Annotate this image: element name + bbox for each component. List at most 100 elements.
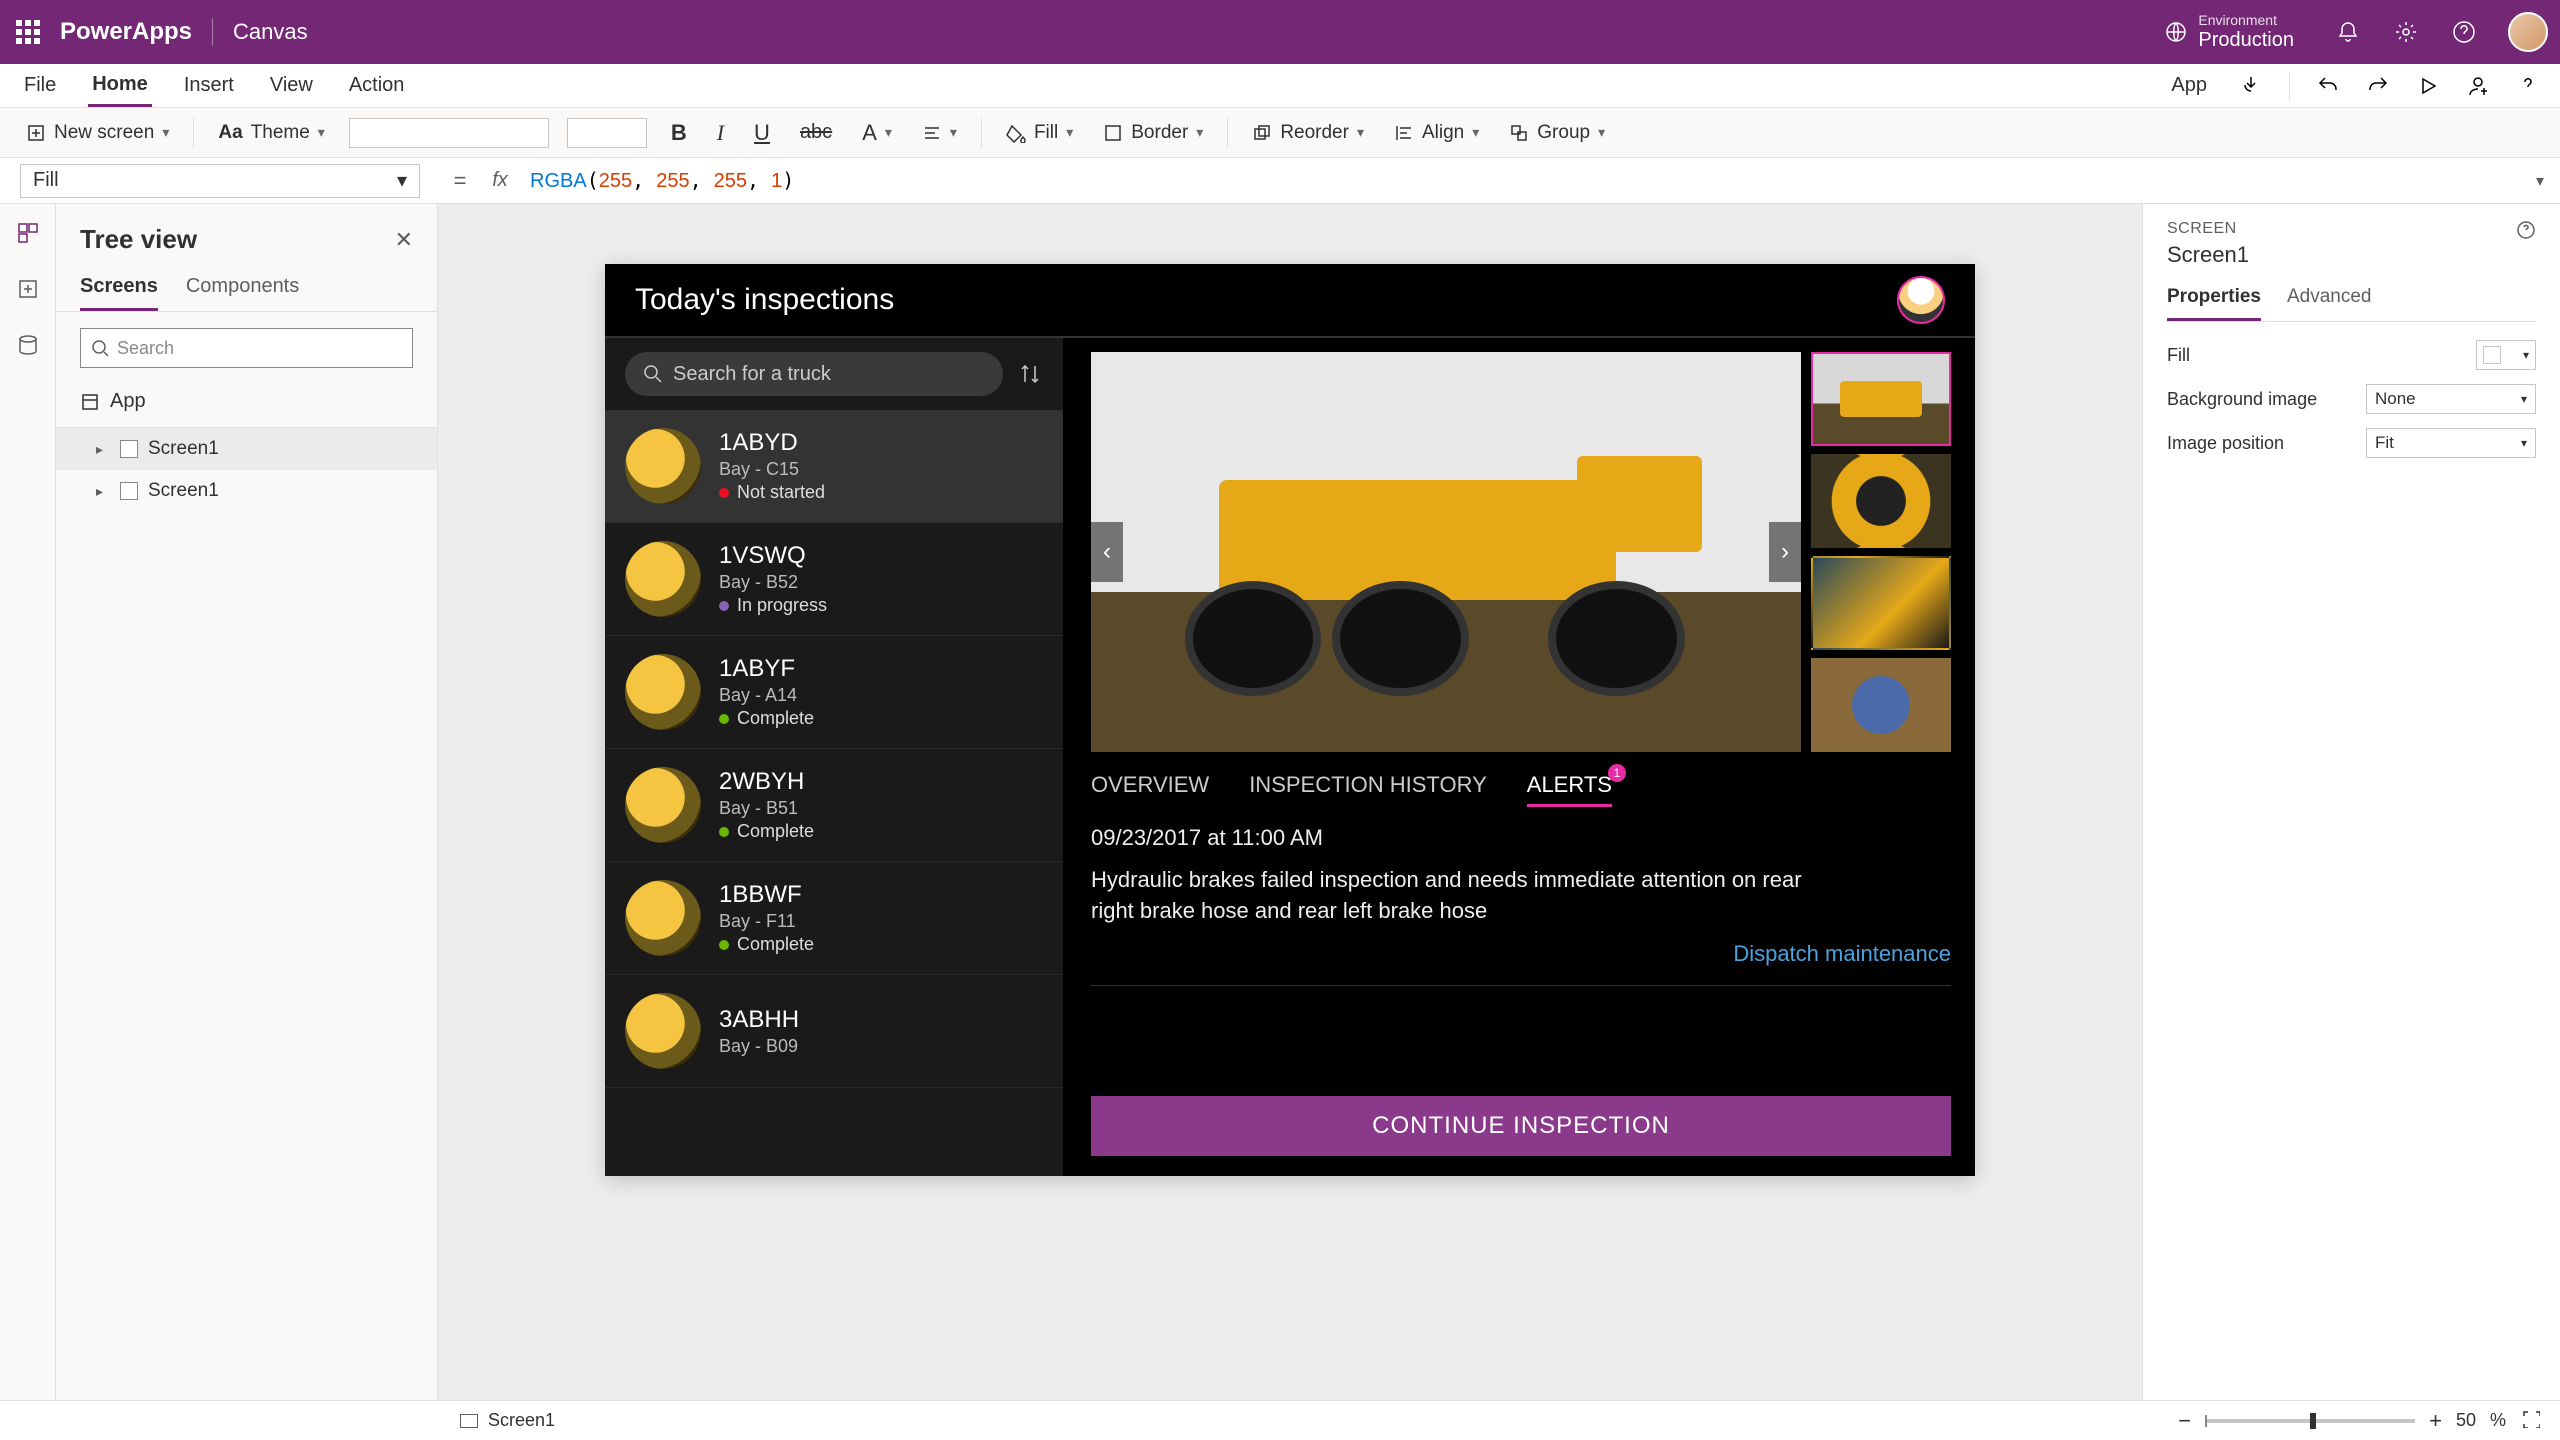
tab-screens[interactable]: Screens: [80, 275, 158, 311]
help-icon[interactable]: [2450, 18, 2478, 46]
underline-button[interactable]: U: [748, 116, 776, 150]
equals-label: =: [440, 168, 480, 194]
tab-alerts[interactable]: ALERTS 1: [1527, 772, 1612, 807]
property-selector[interactable]: Fill ▾: [20, 164, 420, 198]
theme-button[interactable]: Aa Theme ▾: [212, 118, 330, 148]
thumbnail[interactable]: [1811, 454, 1951, 548]
new-screen-button[interactable]: New screen ▾: [20, 118, 175, 148]
menu-home[interactable]: Home: [88, 64, 152, 107]
tree-search-placeholder: Search: [117, 338, 174, 359]
user-avatar[interactable]: [2508, 12, 2548, 52]
insert-pane-icon[interactable]: [13, 274, 43, 304]
thumbnail[interactable]: [1811, 556, 1951, 650]
next-image-button[interactable]: ›: [1769, 522, 1801, 582]
tab-components[interactable]: Components: [186, 275, 299, 311]
zoom-out-button[interactable]: −: [2178, 1408, 2191, 1434]
truck-list-item[interactable]: 1BBWF Bay - F11 Complete: [605, 862, 1063, 975]
tree-search-input[interactable]: Search: [80, 328, 413, 368]
truck-search-input[interactable]: Search for a truck: [625, 352, 1003, 396]
text-align-button[interactable]: ▾: [916, 119, 963, 147]
align-button[interactable]: Align ▾: [1388, 118, 1485, 148]
menu-action[interactable]: Action: [345, 64, 409, 107]
redo-icon[interactable]: [2366, 74, 2390, 98]
notifications-icon[interactable]: [2334, 18, 2362, 46]
status-screen-name: Screen1: [488, 1410, 555, 1431]
ribbon: New screen ▾ Aa Theme ▾ B I U abc A▾ ▾ F…: [0, 108, 2560, 158]
group-button[interactable]: Group ▾: [1503, 118, 1611, 148]
environment-picker[interactable]: Environment Production: [2164, 13, 2294, 50]
truck-list-item[interactable]: 3ABHH Bay - B09: [605, 975, 1063, 1088]
strike-button[interactable]: abc: [794, 117, 838, 148]
screen-icon: [120, 440, 138, 458]
menu-insert[interactable]: Insert: [180, 64, 238, 107]
settings-icon[interactable]: [2392, 18, 2420, 46]
canvas-area[interactable]: Today's inspections Search for a truck 1…: [438, 204, 2142, 1400]
app-user-avatar[interactable]: [1897, 276, 1945, 324]
truck-main-image: ‹ ›: [1091, 352, 1801, 752]
font-color-button[interactable]: A▾: [856, 116, 898, 150]
search-icon: [91, 339, 109, 357]
tree-node[interactable]: ▸ Screen1: [56, 428, 437, 470]
fill-label: Fill: [1034, 122, 1058, 144]
menu-file[interactable]: File: [20, 64, 60, 107]
prev-image-button[interactable]: ‹: [1091, 522, 1123, 582]
checker-icon[interactable]: [2239, 74, 2263, 98]
zoom-slider[interactable]: [2205, 1419, 2415, 1423]
align-label: Align: [1422, 122, 1464, 144]
fit-to-window-icon[interactable]: [2520, 1408, 2540, 1433]
prop-fill-control[interactable]: ▾: [2476, 340, 2536, 370]
dispatch-link[interactable]: Dispatch maintenance: [1091, 941, 1951, 986]
data-pane-icon[interactable]: [13, 330, 43, 360]
formula-expand-icon[interactable]: ▾: [2520, 171, 2560, 191]
prop-bgimage-control[interactable]: None▾: [2366, 384, 2536, 414]
fill-button[interactable]: Fill ▾: [1000, 118, 1079, 148]
tab-properties[interactable]: Properties: [2167, 286, 2261, 321]
close-icon[interactable]: ✕: [395, 227, 413, 253]
truck-list-item[interactable]: 1VSWQ Bay - B52 In progress: [605, 523, 1063, 636]
zoom-in-button[interactable]: +: [2429, 1408, 2442, 1434]
tree-view-pane: Tree view ✕ Screens Components Search Ap…: [56, 204, 438, 1400]
sort-icon[interactable]: [1017, 361, 1043, 387]
truck-list-item[interactable]: 1ABYD Bay - C15 Not started: [605, 410, 1063, 523]
continue-inspection-button[interactable]: CONTINUE INSPECTION: [1091, 1096, 1951, 1156]
chevron-right-icon[interactable]: ▸: [96, 483, 110, 500]
thumbnail[interactable]: [1811, 658, 1951, 752]
truck-list-item[interactable]: 2WBYH Bay - B51 Complete: [605, 749, 1063, 862]
border-button[interactable]: Border ▾: [1097, 118, 1209, 148]
app-title: Today's inspections: [635, 283, 894, 317]
font-family-dropdown[interactable]: [349, 118, 549, 148]
tab-inspection-history[interactable]: INSPECTION HISTORY: [1249, 772, 1487, 807]
undo-icon[interactable]: [2316, 74, 2340, 98]
truck-bay: Bay - B51: [719, 798, 814, 819]
help-menu-icon[interactable]: [2516, 74, 2540, 98]
italic-button[interactable]: I: [711, 116, 730, 150]
prop-help-icon[interactable]: [2516, 220, 2536, 245]
truck-thumb: [625, 428, 701, 504]
tree-app-label: App: [110, 390, 146, 413]
chevron-right-icon[interactable]: ▸: [96, 441, 110, 458]
truck-id: 1VSWQ: [719, 542, 827, 570]
group-icon: [1509, 123, 1529, 143]
truck-list-item[interactable]: 1ABYF Bay - A14 Complete: [605, 636, 1063, 749]
prop-imgpos-control[interactable]: Fit▾: [2366, 428, 2536, 458]
reorder-button[interactable]: Reorder ▾: [1246, 118, 1370, 148]
tree-node[interactable]: ▸ Screen1: [56, 470, 437, 512]
play-icon[interactable]: [2416, 74, 2440, 98]
thumbnail[interactable]: [1811, 352, 1951, 446]
truck-bay: Bay - F11: [719, 911, 814, 932]
menu-view[interactable]: View: [266, 64, 317, 107]
alerts-badge: 1: [1608, 764, 1626, 782]
tree-view-icon[interactable]: [13, 218, 43, 248]
app-launcher-icon[interactable]: [12, 16, 44, 48]
paint-bucket-icon: [1006, 123, 1026, 143]
tab-advanced[interactable]: Advanced: [2287, 286, 2372, 321]
bold-button[interactable]: B: [665, 116, 693, 150]
tree-app-node[interactable]: App: [56, 384, 437, 427]
tab-overview[interactable]: OVERVIEW: [1091, 772, 1209, 807]
menu-app[interactable]: App: [2165, 74, 2213, 97]
font-size-dropdown[interactable]: [567, 118, 647, 148]
fx-icon[interactable]: fx: [480, 169, 520, 192]
formula-input[interactable]: RGBA(255, 255, 255, 1): [520, 168, 2520, 193]
truck-thumb: [625, 541, 701, 617]
share-icon[interactable]: [2466, 74, 2490, 98]
